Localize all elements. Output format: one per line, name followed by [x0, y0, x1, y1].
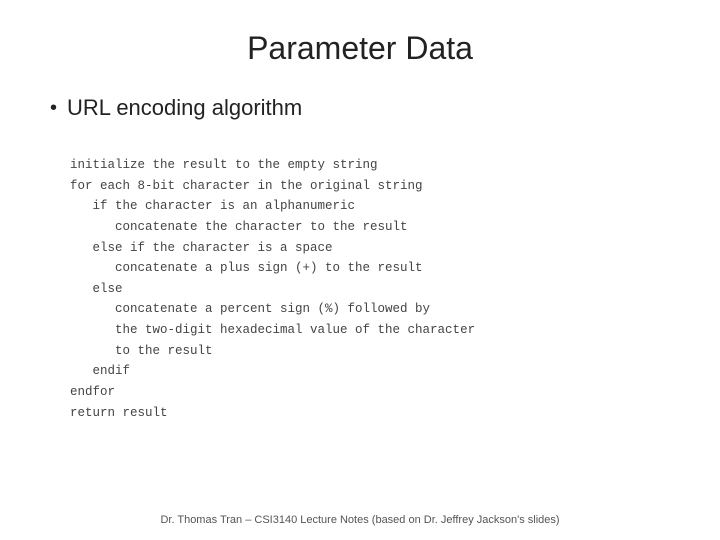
code-pre: initialize the result to the empty strin… — [70, 155, 670, 423]
code-block: initialize the result to the empty strin… — [50, 147, 670, 431]
footer-text: Dr. Thomas Tran – CSI3140 Lecture Notes … — [0, 514, 720, 526]
bullet-text: URL encoding algorithm — [67, 95, 302, 121]
slide-title: Parameter Data — [247, 30, 473, 67]
slide-container: Parameter Data • URL encoding algorithm … — [0, 0, 720, 540]
bullet-section: • URL encoding algorithm initialize the … — [50, 95, 670, 431]
bullet-item: • URL encoding algorithm — [50, 95, 302, 121]
bullet-dot: • — [50, 97, 57, 120]
